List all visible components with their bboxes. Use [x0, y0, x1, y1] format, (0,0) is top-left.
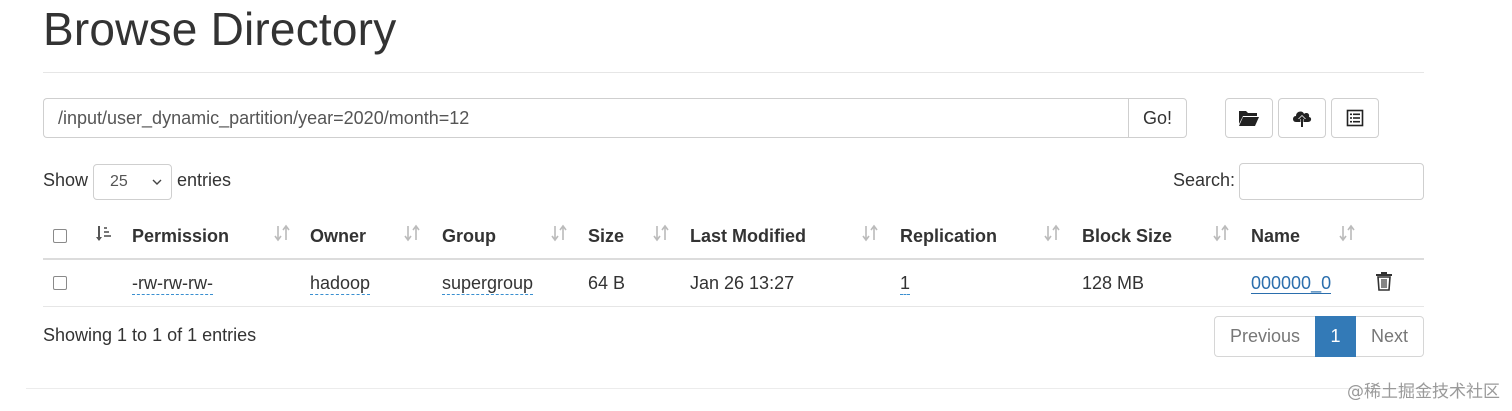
sort-both-icon[interactable]	[1044, 224, 1060, 247]
table-header-divider	[43, 258, 1424, 260]
sort-both-icon[interactable]	[653, 224, 669, 247]
cell-block-size: 128 MB	[1082, 273, 1145, 293]
sort-both-icon[interactable]	[1213, 224, 1229, 247]
cell-name-link[interactable]: 000000_0	[1251, 273, 1332, 294]
column-header-size[interactable]: Size	[588, 226, 624, 247]
cell-group[interactable]: supergroup	[442, 273, 534, 295]
cell-owner[interactable]: hadoop	[310, 273, 371, 295]
watermark-text: @稀土掘金技术社区	[1347, 382, 1500, 402]
sort-both-icon[interactable]	[862, 224, 878, 247]
entries-label: entries	[177, 170, 232, 190]
upload-cloud-icon	[1291, 108, 1313, 128]
folder-open-icon	[1238, 109, 1260, 127]
pagination: Previous 1 Next	[1214, 316, 1424, 357]
sort-both-icon[interactable]	[404, 224, 420, 247]
page-title: Browse Directory	[43, 3, 397, 55]
browse-directory-page: Browse Directory Go!	[0, 0, 1512, 411]
cell-size: 64 B	[588, 273, 626, 293]
sort-desc-icon[interactable]	[95, 224, 113, 249]
show-label: Show	[43, 170, 89, 190]
go-button[interactable]: Go!	[1128, 98, 1187, 138]
sort-both-icon[interactable]	[551, 224, 567, 247]
column-header-block-size[interactable]: Block Size	[1082, 226, 1172, 247]
page-1-button[interactable]: 1	[1315, 316, 1356, 357]
cell-replication[interactable]: 1	[900, 273, 911, 295]
list-icon	[1346, 109, 1364, 127]
page-length-select[interactable]: 25	[93, 164, 172, 200]
column-header-owner[interactable]: Owner	[310, 226, 366, 247]
search-input[interactable]	[1239, 163, 1424, 200]
create-directory-button[interactable]	[1225, 98, 1273, 138]
table-info-text: Showing 1 to 1 of 1 entries	[43, 325, 257, 345]
cell-last-modified: Jan 26 13:27	[690, 273, 795, 293]
directory-path-input[interactable]	[43, 98, 1128, 138]
previous-page-button[interactable]: Previous	[1214, 316, 1315, 357]
cut-paste-button[interactable]	[1331, 98, 1379, 138]
cell-permission[interactable]: -rw-rw-rw-	[132, 273, 213, 295]
trash-icon[interactable]	[1375, 271, 1393, 296]
sort-both-icon[interactable]	[1339, 224, 1355, 247]
sort-both-icon[interactable]	[274, 224, 290, 247]
title-divider	[43, 72, 1424, 73]
upload-files-button[interactable]	[1278, 98, 1326, 138]
column-header-group[interactable]: Group	[442, 226, 496, 247]
column-header-name[interactable]: Name	[1251, 226, 1300, 247]
path-input-group: Go!	[43, 98, 1187, 138]
page-length-value: 25	[110, 173, 128, 190]
search-label: Search:	[1173, 170, 1236, 190]
table-row-divider	[43, 306, 1424, 307]
footer-divider	[26, 388, 1486, 389]
column-header-last-modified[interactable]: Last Modified	[690, 226, 806, 247]
next-page-button[interactable]: Next	[1356, 316, 1424, 357]
select-all-checkbox[interactable]	[53, 229, 67, 243]
column-header-replication[interactable]: Replication	[900, 226, 997, 247]
chevron-down-icon	[151, 175, 163, 193]
column-header-permission[interactable]: Permission	[132, 226, 229, 247]
row-select-checkbox[interactable]	[53, 276, 67, 290]
